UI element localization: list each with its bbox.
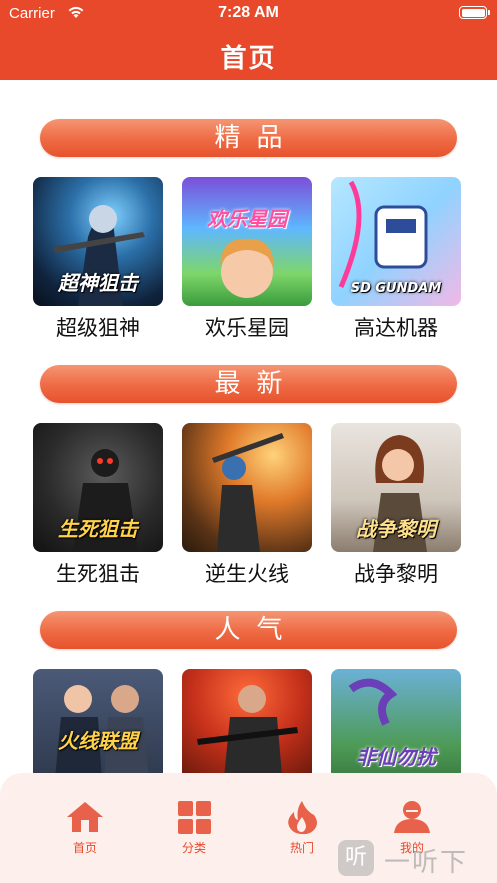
game-card[interactable]: SD GUNDAM 高达机器: [331, 177, 461, 342]
cover-art-title: 战争黎明: [356, 517, 436, 541]
tab-home-label: 首页: [72, 841, 97, 855]
game-name[interactable]: 逆生火线: [182, 558, 312, 588]
page-title: 首页: [220, 44, 277, 74]
header-bar: Carrier 7:28 AM 首页: [0, 0, 497, 80]
game-card[interactable]: 超神狙击 超级狙神: [33, 177, 163, 342]
game-card[interactable]: 生死狙击 生死狙击: [33, 423, 163, 588]
clock-label: 7:28 AM: [218, 4, 279, 21]
watermark-text: 一听下载: [384, 848, 469, 878]
cover-art-title: 生死狙击: [58, 517, 138, 541]
game-name[interactable]: 高达机器: [331, 312, 461, 342]
game-name[interactable]: 超级狙神: [33, 312, 163, 342]
game-cover-image[interactable]: [182, 423, 312, 552]
watermark: 听 一听下载: [338, 838, 493, 878]
battery-icon: [459, 6, 490, 19]
cover-art-title: 超神狙击: [58, 271, 138, 295]
category-grid-icon: [178, 801, 211, 834]
tab-home[interactable]: 首页: [55, 799, 115, 856]
watermark-logo: 听: [338, 840, 374, 876]
user-icon: [394, 801, 430, 833]
game-card[interactable]: 战争黎明 战争黎明: [331, 423, 461, 588]
tab-popular[interactable]: 热门: [272, 799, 332, 856]
section-header-latest: 最新: [40, 365, 457, 403]
game-name[interactable]: 欢乐星园: [182, 312, 312, 342]
game-card[interactable]: 逆生火线: [182, 423, 312, 588]
tab-category-label: 分类: [181, 841, 206, 855]
game-cover-image[interactable]: 欢乐星园: [182, 177, 312, 306]
tab-category[interactable]: 分类: [164, 799, 224, 856]
section-header-featured: 精品: [40, 119, 457, 157]
game-name[interactable]: 战争黎明: [331, 558, 461, 588]
tab-popular-label: 热门: [289, 841, 314, 855]
cover-art-title: 非仙勿扰: [356, 745, 436, 769]
home-icon: [67, 802, 103, 832]
game-cover-image[interactable]: SD GUNDAM: [331, 177, 461, 306]
game-cover-image[interactable]: 超神狙击: [33, 177, 163, 306]
game-name[interactable]: 生死狙击: [33, 558, 163, 588]
cover-art-title: SD GUNDAM: [350, 281, 442, 296]
status-bar: Carrier 7:28 AM: [0, 0, 497, 28]
game-card[interactable]: 欢乐星园 欢乐星园: [182, 177, 312, 342]
cover-art-title: 欢乐星园: [207, 207, 287, 231]
game-cover-image[interactable]: 生死狙击: [33, 423, 163, 552]
cover-art-title: 火线联盟: [58, 729, 138, 753]
flame-icon: [288, 801, 317, 835]
game-cover-image[interactable]: 战争黎明: [331, 423, 461, 552]
section-header-popular: 人气: [40, 611, 457, 649]
